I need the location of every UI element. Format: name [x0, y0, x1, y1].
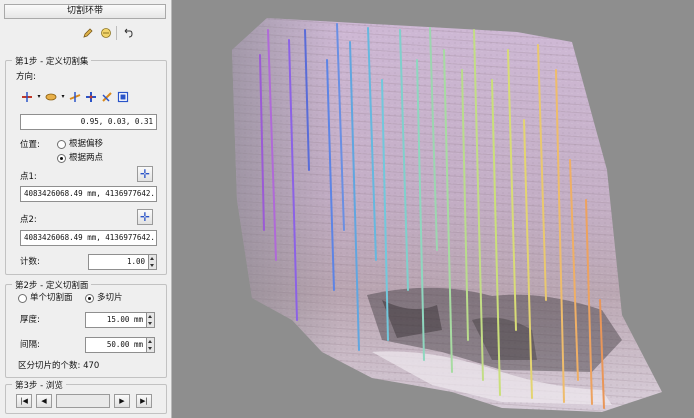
layers-icon[interactable] [98, 26, 113, 41]
direction-toolbar: ▾ ▾ [20, 90, 130, 104]
count-label: 计数: [20, 257, 40, 267]
axis-custom-icon[interactable] [84, 90, 98, 104]
spacing-field[interactable]: 50.00 mm [85, 337, 147, 353]
position-label: 位置: [20, 140, 40, 150]
point2-label: 点2: [20, 215, 37, 225]
spacing-stepper[interactable] [147, 337, 155, 353]
undo-icon[interactable] [120, 26, 135, 41]
position-option-offset[interactable]: 根据偏移 [69, 139, 103, 150]
thickness-field[interactable]: 15.00 mm [85, 312, 147, 328]
axis-y-icon[interactable] [44, 90, 58, 104]
crosshair-icon: ✛ [139, 210, 151, 224]
point1-pick-button[interactable]: ✛ [137, 166, 153, 182]
slice-position-field[interactable] [56, 394, 110, 408]
slice-count-text: 区分切片的个数: 470 [18, 361, 100, 371]
toolbar-separator [116, 26, 117, 40]
panel-title: 切割环带 [4, 4, 166, 19]
panel-toolbar [80, 24, 135, 42]
count-field[interactable]: 1.00 [88, 254, 149, 270]
single-slice-radio[interactable] [18, 294, 27, 303]
point-cloud [232, 18, 662, 412]
cut-strip-panel: 切割环带 第1步 - 定义切割集 方向: ▾ ▾ 0.95, 0.03, 0.3… [0, 0, 172, 418]
skip-forward-icon: ▶| [140, 397, 148, 405]
step2-title: 第2步 - 定义切割面 [12, 279, 92, 291]
last-slice-button[interactable]: ▶| [136, 394, 152, 408]
multi-slice-radio[interactable] [85, 294, 94, 303]
position-option-two-points[interactable]: 根据两点 [69, 153, 103, 164]
point1-label: 点1: [20, 172, 37, 182]
direction-label: 方向: [16, 72, 36, 82]
pencil-icon[interactable] [80, 26, 95, 41]
crosshair-icon: ✛ [139, 167, 151, 181]
axis-x-icon[interactable] [20, 90, 34, 104]
axis-pick-icon[interactable] [116, 90, 130, 104]
axis-z-icon[interactable] [68, 90, 82, 104]
multi-slice-label[interactable]: 多切片 [97, 293, 123, 304]
next-slice-button[interactable]: ▶ [114, 394, 130, 408]
play-icon: ▶ [119, 397, 125, 405]
thickness-stepper[interactable] [147, 312, 155, 328]
prev-slice-button[interactable]: ◀ [36, 394, 52, 408]
chevron-down-icon[interactable]: ▾ [36, 90, 42, 104]
step1-title: 第1步 - 定义切割集 [12, 55, 92, 67]
point-cloud-view[interactable] [172, 0, 694, 418]
chevron-down-icon[interactable]: ▾ [60, 90, 66, 104]
axis-view-icon[interactable] [100, 90, 114, 104]
thickness-label: 厚度: [20, 315, 40, 325]
direction-field[interactable]: 0.95, 0.03, 0.31 [20, 114, 157, 130]
spacing-label: 间隔: [20, 340, 40, 350]
step-back-icon: ◀ [41, 397, 47, 405]
point2-pick-button[interactable]: ✛ [137, 209, 153, 225]
point2-field[interactable]: 4083426068.49 mm, 4136977642. [20, 230, 157, 246]
point1-field[interactable]: 4083426068.49 mm, 4136977642. [20, 186, 157, 202]
position-radio-offset[interactable] [57, 140, 66, 149]
count-stepper[interactable] [149, 254, 157, 270]
first-slice-button[interactable]: |◀ [16, 394, 32, 408]
3d-viewport[interactable] [172, 0, 694, 418]
position-radio-two-points[interactable] [57, 154, 66, 163]
skip-back-icon: |◀ [20, 397, 28, 405]
single-slice-label[interactable]: 单个切割面 [30, 293, 73, 304]
step3-title: 第3步 - 浏览 [12, 379, 66, 391]
